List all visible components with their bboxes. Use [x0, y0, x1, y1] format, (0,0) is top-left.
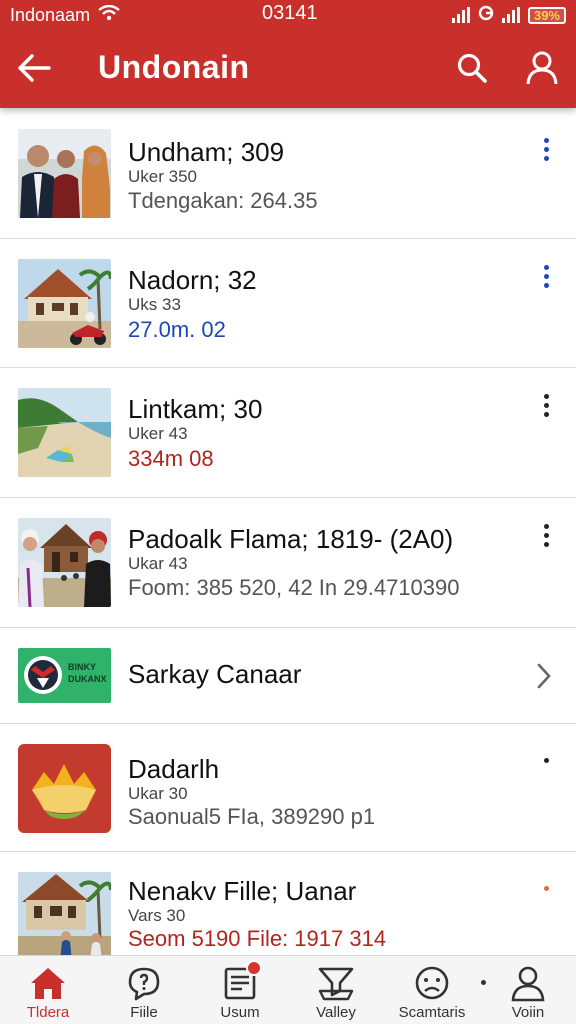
more-icon[interactable]	[536, 134, 556, 164]
nav-tab-home[interactable]: Tldera	[0, 956, 96, 1024]
item-title: Padoalk Flama; 1819- (2A0)	[128, 524, 454, 554]
nav-tab-face[interactable]: Scamtaris	[384, 956, 480, 1024]
item-meta: Saonual5 FIa, 389290 p1	[128, 804, 376, 829]
item-meta: 334m 08	[128, 446, 214, 471]
nav-label: Usum	[220, 1004, 260, 1021]
signal-icon-2	[501, 7, 520, 23]
item-meta: 27.0m. 02	[128, 317, 226, 342]
logo-text-1: BINKY	[68, 662, 96, 672]
item-thumbnail	[18, 129, 111, 218]
item-thumbnail	[18, 388, 111, 477]
list-item[interactable]: BINKY DUKANX Sarkay Canaar	[0, 628, 576, 724]
app-icon	[18, 744, 111, 833]
list-item[interactable]: Padoalk Flama; 1819- (2A0) Ukar 43 Foom:…	[0, 498, 576, 628]
app-bar: Undonain	[0, 30, 576, 108]
item-title: Lintkam; 30	[128, 394, 263, 424]
bottom-navigation: Tldera Fiile Usum Valley Scamtaris Voiin	[0, 955, 576, 1024]
item-thumbnail	[18, 518, 111, 607]
sync-icon	[478, 5, 494, 25]
nav-tab-funnel[interactable]: Valley	[288, 956, 384, 1024]
item-title: Sarkay Canaar	[128, 659, 302, 689]
wifi-icon	[98, 4, 120, 26]
account-button[interactable]	[522, 48, 562, 88]
search-icon	[457, 53, 487, 83]
nav-tab-profile[interactable]: Voiin	[480, 956, 576, 1024]
list-item[interactable]: Dadarlh Ukar 30 Saonual5 FIa, 389290 p1	[0, 724, 576, 852]
chat-icon	[128, 967, 160, 1001]
home-icon	[31, 968, 65, 999]
nav-label: Voiin	[511, 1004, 545, 1021]
item-subtitle: Uker 43	[128, 424, 188, 443]
person-icon	[511, 966, 545, 1002]
funnel-icon	[318, 967, 354, 1001]
arrow-left-icon	[18, 54, 51, 82]
dot-icon[interactable]	[536, 873, 556, 903]
status-bar: Indonaam 03141 39%	[0, 0, 576, 30]
item-subtitle: Uks 33	[128, 295, 181, 314]
notification-badge	[246, 960, 262, 976]
nav-tab-document[interactable]: Usum	[192, 956, 288, 1024]
search-button[interactable]	[452, 48, 492, 88]
back-button[interactable]	[14, 48, 54, 88]
item-title: Undham; 309	[128, 137, 285, 167]
list-item[interactable]: Lintkam; 30 Uker 43 334m 08	[0, 368, 576, 498]
item-title: Nadorn; 32	[128, 265, 257, 295]
item-subtitle: Ukar 30	[128, 784, 188, 803]
face-icon	[415, 966, 449, 1000]
divider-dot	[481, 980, 486, 985]
item-title: Nenakv Fille; Uanar	[128, 876, 357, 906]
item-title: Dadarlh	[128, 754, 220, 784]
battery-indicator: 39%	[527, 6, 566, 24]
signal-icon	[451, 7, 470, 23]
nav-label: Valley	[316, 1004, 356, 1021]
item-list: Undham; 309 Uker 350 Tdengakan: 264.35 N…	[0, 110, 576, 955]
item-meta: Foom: 385 520, 42 In 29.4710390	[128, 575, 460, 600]
item-thumbnail	[18, 872, 111, 955]
item-meta: Seom 5190 File: 1917 314	[128, 926, 387, 951]
item-subtitle: Vars 30	[128, 906, 186, 925]
more-icon[interactable]	[536, 390, 556, 420]
more-icon[interactable]	[536, 261, 556, 291]
more-icon[interactable]	[536, 520, 556, 550]
nav-tab-chat[interactable]: Fiile	[96, 956, 192, 1024]
item-thumbnail	[18, 259, 111, 348]
nav-label: Fiile	[130, 1004, 158, 1021]
dot-icon[interactable]	[536, 745, 556, 775]
logo-text-2: DUKANX	[68, 674, 107, 684]
person-icon	[526, 51, 558, 85]
nav-label: Scamtaris	[398, 1004, 466, 1021]
list-item[interactable]: Nenakv Fille; Uanar Vars 30 Seom 5190 Fi…	[0, 852, 576, 955]
item-logo: BINKY DUKANX	[18, 648, 111, 703]
page-title: Undonain	[98, 49, 250, 85]
item-meta: Tdengakan: 264.35	[128, 188, 318, 213]
list-item[interactable]: Undham; 309 Uker 350 Tdengakan: 264.35	[0, 110, 576, 239]
carrier-name: Indonaam	[10, 4, 91, 25]
chevron-right-icon[interactable]	[534, 661, 554, 691]
clock: 03141	[262, 2, 318, 24]
item-subtitle: Ukar 43	[128, 554, 188, 573]
list-item[interactable]: Nadorn; 32 Uks 33 27.0m. 02	[0, 239, 576, 368]
nav-label: Tldera	[26, 1004, 70, 1021]
item-subtitle: Uker 350	[128, 167, 197, 186]
